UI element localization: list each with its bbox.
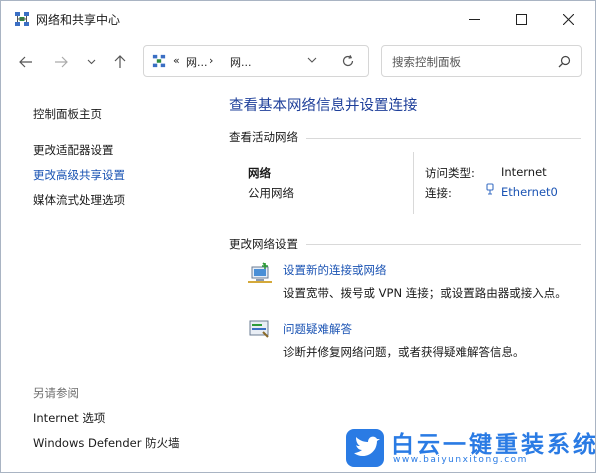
access-type-value: Internet	[501, 165, 547, 179]
access-type-label: 访问类型:	[425, 166, 475, 180]
new-connection-icon	[248, 262, 272, 283]
network-location-icon	[152, 54, 166, 68]
breadcrumb-separator[interactable]: ›	[209, 54, 213, 67]
divider	[306, 138, 581, 139]
maximize-icon	[515, 13, 527, 25]
breadcrumb-item[interactable]: 网...	[230, 54, 252, 70]
minimize-icon	[468, 18, 480, 20]
forward-arrow-icon	[55, 56, 68, 68]
troubleshoot-link[interactable]: 问题疑难解答	[283, 321, 352, 337]
page-title: 查看基本网络信息并设置连接	[229, 98, 418, 114]
breadcrumb-item[interactable]: 网...	[186, 54, 208, 70]
setup-connection-description: 设置宽带、拨号或 VPN 连接；或设置路由器或接入点。	[283, 286, 567, 300]
search-input[interactable]	[390, 52, 554, 72]
troubleshoot-icon	[249, 320, 269, 338]
change-advanced-sharing-link[interactable]: 更改高级共享设置	[33, 167, 125, 183]
bird-logo-icon	[346, 429, 384, 467]
troubleshoot-description: 诊断并修复网络问题，或者获得疑难解答信息。	[283, 345, 525, 359]
media-streaming-options-link[interactable]: 媒体流式处理选项	[33, 192, 125, 208]
close-button[interactable]	[545, 1, 591, 37]
active-networks-heading: 查看活动网络	[229, 130, 298, 144]
up-arrow-icon	[114, 55, 126, 68]
see-also-heading: 另请参阅	[33, 386, 79, 400]
divider	[306, 244, 581, 245]
breadcrumb-overflow[interactable]: «	[173, 54, 180, 67]
watermark-title: 白云一键重装系统	[391, 432, 596, 458]
recent-locations-button[interactable]	[81, 50, 101, 74]
minimize-button[interactable]	[451, 1, 497, 37]
windows-defender-firewall-link[interactable]: Windows Defender 防火墙	[33, 435, 180, 451]
close-icon	[562, 13, 574, 25]
internet-options-link[interactable]: Internet 选项	[33, 410, 105, 426]
address-bar[interactable]: « 网... › 网...	[143, 45, 369, 77]
watermark: 白云一键重装系统 www.baiyunxitong.com	[341, 425, 595, 472]
forward-button[interactable]	[49, 50, 73, 74]
watermark-url: www.baiyunxitong.com	[393, 455, 528, 465]
back-arrow-icon	[19, 56, 32, 68]
chevron-down-icon	[87, 59, 95, 65]
change-network-settings-heading: 更改网络设置	[229, 237, 298, 251]
address-dropdown-icon[interactable]	[307, 57, 317, 63]
ethernet-connection-link[interactable]: Ethernet0	[501, 185, 558, 199]
setup-connection-link[interactable]: 设置新的连接或网络	[283, 262, 387, 278]
vertical-divider	[413, 152, 414, 214]
ethernet-icon	[486, 183, 494, 195]
window-title: 网络和共享中心	[36, 13, 121, 27]
connections-label: 连接:	[425, 186, 452, 200]
control-panel-home-link[interactable]: 控制面板主页	[33, 106, 102, 122]
network-type: 公用网络	[248, 186, 294, 200]
maximize-button[interactable]	[498, 1, 544, 37]
refresh-icon[interactable]	[341, 54, 355, 68]
network-app-icon	[15, 12, 29, 26]
change-adapter-settings-link[interactable]: 更改适配器设置	[33, 142, 114, 158]
network-name: 网络	[248, 166, 271, 180]
search-box[interactable]	[381, 45, 582, 77]
network-sharing-center-window: 网络和共享中心 « 网... › 网... 搜索控制面板 控制面板主页 更改适配…	[0, 0, 596, 473]
title-bar[interactable]: 网络和共享中心	[1, 1, 595, 37]
back-button[interactable]	[14, 50, 38, 74]
up-button[interactable]	[108, 50, 132, 74]
search-icon[interactable]	[558, 55, 571, 68]
